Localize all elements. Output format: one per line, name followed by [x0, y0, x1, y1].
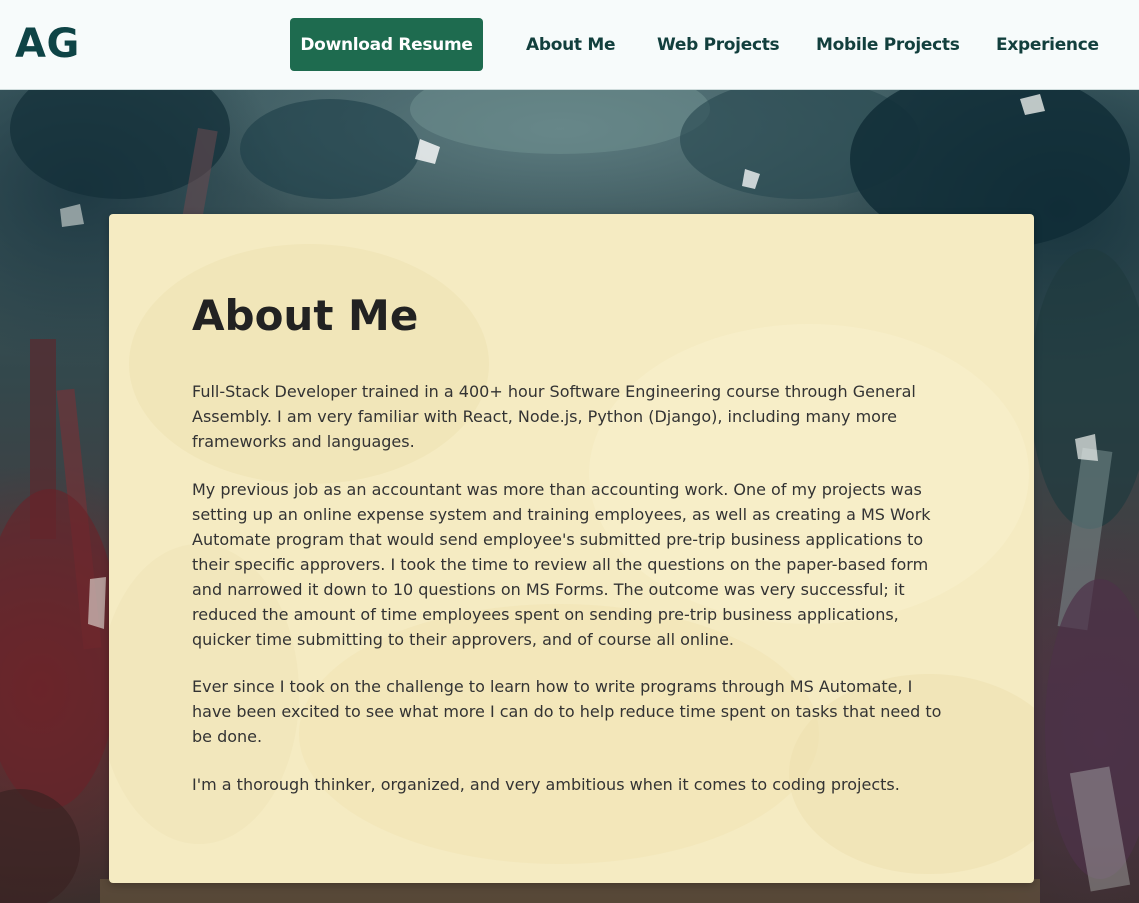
site-header: AG Download Resume About Me Web Projects… [0, 0, 1139, 90]
nav-link-web-projects[interactable]: Web Projects [657, 18, 780, 71]
about-paragraph-4: I'm a thorough thinker, organized, and v… [192, 775, 900, 794]
nav-link-experience[interactable]: Experience [996, 18, 1099, 71]
nav-link-mobile-projects[interactable]: Mobile Projects [816, 18, 960, 71]
download-resume-button[interactable]: Download Resume [290, 18, 483, 71]
about-me-card: About Me Full-Stack Developer trained in… [109, 214, 1034, 883]
about-paragraph-1: Full-Stack Developer trained in a 400+ h… [192, 382, 916, 451]
logo[interactable]: AG [15, 19, 80, 69]
about-paragraph-3: Ever since I took on the challenge to le… [192, 677, 942, 746]
about-me-heading: About Me [192, 291, 419, 340]
about-paragraph-2: My previous job as an accountant was mor… [192, 480, 931, 649]
nav-link-about-me[interactable]: About Me [526, 18, 616, 71]
